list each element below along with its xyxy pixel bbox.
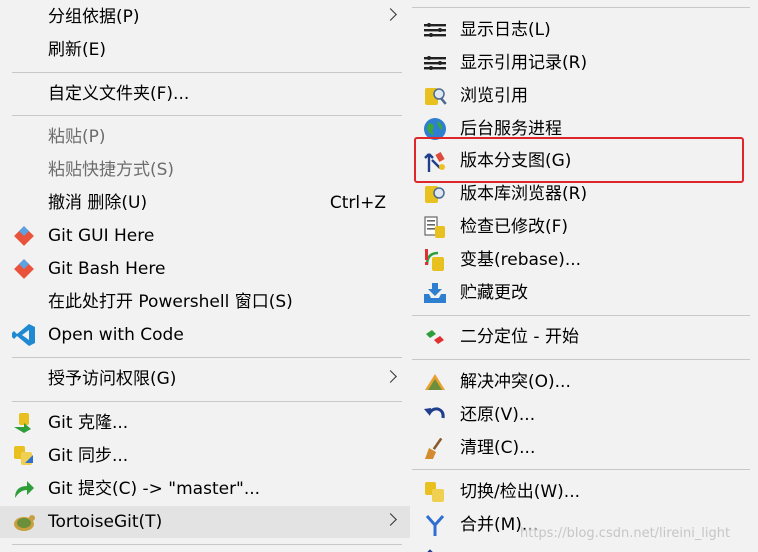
paste-shortcut-label: 粘贴快捷方式(S) <box>48 160 175 180</box>
separator <box>12 401 402 402</box>
broom-icon <box>425 437 443 459</box>
menu-item-git-commit[interactable]: Git 提交(C) -> "master"... <box>0 473 410 505</box>
submenu-arrow-icon <box>384 370 397 383</box>
menu-item-refresh[interactable]: 刷新(E) <box>0 34 410 66</box>
separator <box>412 315 750 316</box>
menu-item-stash[interactable]: 贮藏更改 <box>410 277 758 309</box>
separator <box>412 469 750 470</box>
separator <box>12 72 402 73</box>
undo-shortcut: Ctrl+Z <box>329 193 386 213</box>
watermark: https://blog.csdn.net/lireini_light <box>520 526 731 541</box>
stash-label: 贮藏更改 <box>460 283 528 303</box>
menu-item-show-log[interactable]: 显示日志(L) <box>410 14 758 46</box>
browse-refs-label: 浏览引用 <box>460 86 528 106</box>
git-sync-icon <box>14 446 33 465</box>
menu-item-customize-folder[interactable]: 自定义文件夹(F)... <box>0 78 410 110</box>
merge-icon <box>425 515 445 536</box>
git-sync-label: Git 同步... <box>48 446 129 466</box>
rebase-label: 变基(rebase)... <box>460 250 582 270</box>
highlight-box-revision-graph <box>414 137 744 183</box>
check-modifications-icon <box>424 216 445 238</box>
tortoisegit-label: TortoiseGit(T) <box>48 512 163 532</box>
menu-item-git-sync[interactable]: Git 同步... <box>0 440 410 472</box>
git-commit-label: Git 提交(C) -> "master"... <box>48 479 261 499</box>
git-commit-icon <box>15 481 34 498</box>
menu-item-git-bash[interactable]: Git Bash Here <box>0 253 410 285</box>
git-icon <box>14 259 34 279</box>
explorer-context-menu: 分组依据(P) 刷新(E) 自定义文件夹(F)... 粘贴(P) 粘贴快捷方式(… <box>0 0 410 552</box>
browse-refs-icon <box>425 88 447 105</box>
menu-item-rebase[interactable]: 变基(rebase)... <box>410 244 758 276</box>
repo-browser-icon <box>425 186 445 203</box>
rebase-icon <box>425 249 444 271</box>
menu-item-open-with-code[interactable]: Open with Code <box>0 319 410 351</box>
menu-item-paste-shortcut: 粘贴快捷方式(S) <box>0 154 410 186</box>
switch-checkout-label: 切换/检出(W)... <box>460 482 581 502</box>
bisect-icon <box>426 330 444 344</box>
resolve-label: 解决冲突(O)... <box>460 372 571 392</box>
grant-access-label: 授予访问权限(G) <box>48 369 177 389</box>
undo-delete-label: 撤消 删除(U) <box>48 193 148 213</box>
menu-item-bisect[interactable]: 二分定位 - 开始 <box>410 321 758 353</box>
menu-item-group-by[interactable]: 分组依据(P) <box>0 1 410 33</box>
menu-item-next-partial[interactable] <box>410 542 758 552</box>
show-log-label: 显示日志(L) <box>460 20 551 40</box>
menu-item-browse-refs[interactable]: 浏览引用 <box>410 80 758 112</box>
git-clone-label: Git 克隆... <box>48 413 129 433</box>
menu-item-revert[interactable]: 还原(V)... <box>410 399 758 431</box>
menu-item-switch-checkout[interactable]: 切换/检出(W)... <box>410 476 758 508</box>
git-clone-icon <box>14 413 31 433</box>
cleanup-label: 清理(C)... <box>460 438 536 458</box>
submenu-arrow-icon <box>384 513 397 526</box>
menu-item-resolve[interactable]: 解决冲突(O)... <box>410 366 758 398</box>
menu-item-check-modifications[interactable]: 检查已修改(F) <box>410 211 758 243</box>
switch-checkout-icon <box>425 482 444 502</box>
menu-item-undo-delete[interactable]: 撤消 删除(U) Ctrl+Z <box>0 187 410 219</box>
menu-item-grant-access[interactable]: 授予访问权限(G) <box>0 363 410 395</box>
resolve-conflict-icon <box>425 374 445 390</box>
menu-item-git-gui[interactable]: Git GUI Here <box>0 220 410 252</box>
separator <box>12 115 402 116</box>
check-modifications-label: 检查已修改(F) <box>460 217 569 237</box>
menu-item-paste: 粘贴(P) <box>0 121 410 153</box>
git-gui-label: Git GUI Here <box>48 226 155 246</box>
separator <box>412 7 750 8</box>
refresh-label: 刷新(E) <box>48 40 107 60</box>
separator <box>12 544 402 545</box>
show-reflog-label: 显示引用记录(R) <box>460 53 588 73</box>
paste-label: 粘贴(P) <box>48 127 106 147</box>
menu-item-powershell[interactable]: 在此处打开 Powershell 窗口(S) <box>0 286 410 318</box>
powershell-label: 在此处打开 Powershell 窗口(S) <box>48 292 293 312</box>
customize-folder-label: 自定义文件夹(F)... <box>48 84 190 104</box>
submenu-arrow-icon <box>384 8 397 21</box>
tortoisegit-icon <box>14 515 35 531</box>
revert-icon <box>424 407 445 419</box>
open-with-code-label: Open with Code <box>48 325 184 345</box>
stash-icon <box>424 283 446 303</box>
git-bash-label: Git Bash Here <box>48 259 166 279</box>
git-icon <box>14 226 34 246</box>
group-by-label: 分组依据(P) <box>48 7 140 27</box>
menu-item-tortoisegit[interactable]: TortoiseGit(T) <box>0 506 410 538</box>
menu-item-git-clone[interactable]: Git 克隆... <box>0 407 410 439</box>
branch-icon <box>427 549 433 552</box>
separator <box>412 359 750 360</box>
tortoisegit-submenu: 显示日志(L) 显示引用记录(R) 浏览引用 后台服务进程 版本分支图(G) 版… <box>410 0 758 552</box>
menu-item-cleanup[interactable]: 清理(C)... <box>410 432 758 464</box>
revert-label: 还原(V)... <box>460 405 536 425</box>
vscode-icon <box>12 324 35 346</box>
reflog-icon <box>424 56 446 70</box>
separator <box>12 357 402 358</box>
menu-item-show-reflog[interactable]: 显示引用记录(R) <box>410 47 758 79</box>
log-icon <box>424 23 446 37</box>
bisect-label: 二分定位 - 开始 <box>460 327 579 347</box>
